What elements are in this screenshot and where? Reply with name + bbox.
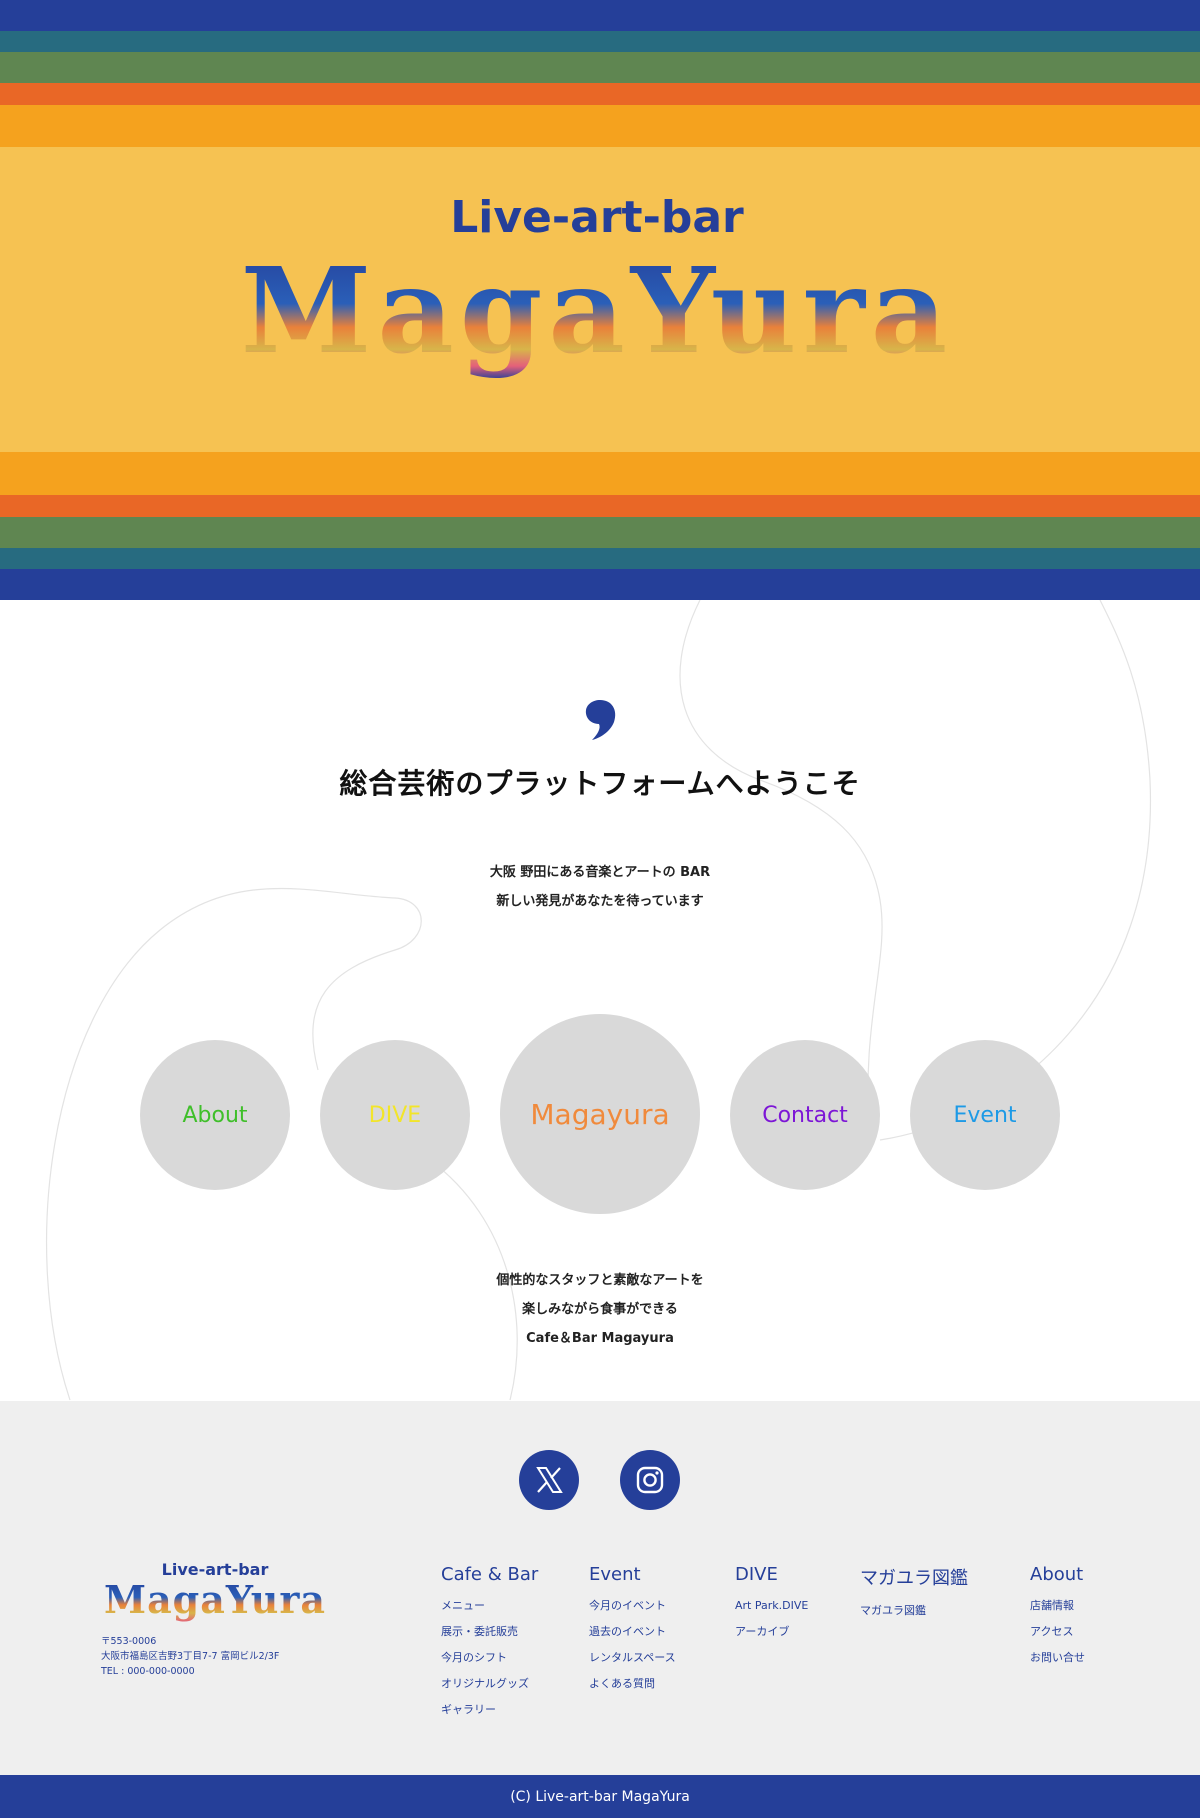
nav-circle-label: Magayura <box>530 1097 670 1131</box>
outro-line: 楽しみながら食事ができる <box>522 1302 678 1317</box>
hero-tagline: Live-art-bar <box>450 192 744 243</box>
footer-link[interactable]: アクセス <box>1030 1619 1085 1645</box>
nav-circle-label: About <box>182 1102 248 1128</box>
nav-circle-label: Contact <box>762 1102 848 1128</box>
footer-link[interactable]: 展示・委託販売 <box>441 1619 538 1645</box>
footer-column-cafe-bar: Cafe & Bar メニュー 展示・委託販売 今月のシフト オリジナルグッズ … <box>441 1564 538 1723</box>
footer-link[interactable]: 過去のイベント <box>589 1619 676 1645</box>
intro-text: 大阪 野田にある音楽とアートの BAR 新しい発見があなたを待っています <box>0 858 1200 916</box>
x-social-link[interactable] <box>519 1450 579 1510</box>
footer-link[interactable]: オリジナルグッズ <box>441 1671 538 1697</box>
footer-column-title[interactable]: マガユラ図鑑 <box>860 1564 968 1590</box>
footer-logo[interactable]: Live-art-bar MagaYura <box>100 1556 330 1626</box>
comma-ornament-icon <box>585 700 616 740</box>
footer-link[interactable]: アーカイブ <box>735 1619 808 1645</box>
footer-logo-text: MagaYura <box>104 1577 326 1622</box>
footer-link[interactable]: メニュー <box>441 1593 538 1619</box>
footer-column-title[interactable]: Event <box>589 1564 676 1585</box>
footer-link[interactable]: レンタルスペース <box>589 1645 676 1671</box>
instagram-social-link[interactable] <box>620 1450 680 1510</box>
x-logo-icon <box>536 1467 563 1493</box>
nav-circle-contact[interactable]: Contact <box>730 1040 880 1190</box>
main-section: 総合芸術のプラットフォームへようこそ 大阪 野田にある音楽とアートの BAR 新… <box>0 600 1200 1401</box>
nav-circle-about[interactable]: About <box>140 1040 290 1190</box>
hero-logo: Live-art-bar MagaYura <box>241 192 953 380</box>
footer-column-title[interactable]: DIVE <box>735 1564 808 1585</box>
outro-line: Cafe＆Bar Magayura <box>526 1331 674 1346</box>
phone-number: TEL : 000-000-0000 <box>101 1666 195 1677</box>
footer-column-dive: DIVE Art Park.DIVE アーカイブ <box>735 1564 808 1645</box>
instagram-icon <box>636 1466 664 1494</box>
footer-link[interactable]: マガユラ図鑑 <box>860 1598 968 1624</box>
footer-column-title[interactable]: About <box>1030 1564 1085 1585</box>
outro-text: 個性的なスタッフと素敵なアートを 楽しみながら食事ができる Cafe＆Bar M… <box>0 1266 1200 1353</box>
hero-logo-text: MagaYura <box>241 241 953 380</box>
footer-link[interactable]: 店舗情報 <box>1030 1593 1085 1619</box>
footer-link[interactable]: 今月のイベント <box>589 1593 676 1619</box>
footer-link[interactable]: ギャラリー <box>441 1697 538 1723</box>
nav-circle-dive[interactable]: DIVE <box>320 1040 470 1190</box>
footer-column-about: About 店舗情報 アクセス お問い合せ <box>1030 1564 1085 1671</box>
postal-code: 〒553-0006 <box>101 1636 157 1647</box>
outro-line: 個性的なスタッフと素敵なアートを <box>496 1273 704 1288</box>
site-footer: Live-art-bar MagaYura 〒553-0006 大阪市福島区吉野… <box>0 1401 1200 1775</box>
footer-link[interactable]: お問い合せ <box>1030 1645 1085 1671</box>
welcome-headline: 総合芸術のプラットフォームへようこそ <box>339 767 861 800</box>
footer-column-event: Event 今月のイベント 過去のイベント レンタルスペース よくある質問 <box>589 1564 676 1697</box>
copyright-bar: (C) Live-art-bar MagaYura <box>0 1775 1200 1818</box>
nav-circle-event[interactable]: Event <box>910 1040 1060 1190</box>
footer-address: 〒553-0006 大阪市福島区吉野3丁目7-7 富岡ビル2/3F TEL : … <box>101 1634 279 1679</box>
nav-circle-label: Event <box>953 1102 1017 1128</box>
nav-circle-label: DIVE <box>368 1102 422 1128</box>
footer-column-magayura-zukan: マガユラ図鑑 マガユラ図鑑 <box>860 1564 968 1624</box>
footer-column-title[interactable]: Cafe & Bar <box>441 1564 538 1585</box>
nav-circle-magayura[interactable]: Magayura <box>500 1014 700 1214</box>
intro-line: 大阪 野田にある音楽とアートの BAR <box>489 865 711 880</box>
intro-line: 新しい発見があなたを待っています <box>496 894 704 909</box>
footer-link[interactable]: よくある質問 <box>589 1671 676 1697</box>
copyright-text: (C) Live-art-bar MagaYura <box>510 1788 690 1805</box>
footer-link[interactable]: 今月のシフト <box>441 1645 538 1671</box>
footer-link[interactable]: Art Park.DIVE <box>735 1593 808 1619</box>
street-address: 大阪市福島区吉野3丁目7-7 富岡ビル2/3F <box>101 1651 280 1662</box>
